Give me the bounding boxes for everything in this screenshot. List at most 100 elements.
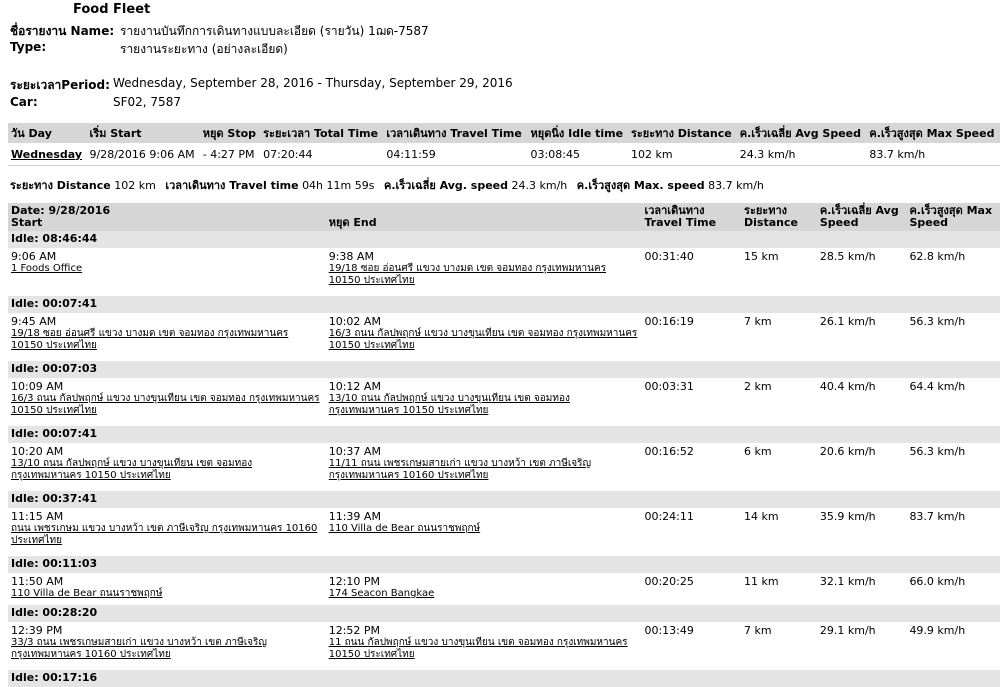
detail-body: Idle: 08:46:44 9:06 AM 1 Foods Office 9:38 … [8, 231, 1000, 687]
summary-header-idle-time: หยุดนิ่ง Idle time [527, 123, 628, 143]
summary-header-start: เริ่ม Start [86, 123, 200, 143]
report-car-value: SF02, 7587 [113, 95, 181, 109]
idle-duration: Idle: 00:07:41 [8, 426, 1000, 443]
idle-duration: Idle: 00:07:41 [8, 296, 1000, 313]
summary-header-total-time: ระยะเวลา Total Time [260, 123, 384, 143]
start-address-link[interactable]: 110 Villa de Bear ถนนราชพฤกษ์ [11, 588, 323, 600]
totals-distance: 102 km [114, 179, 156, 192]
detail-header-start: Date: 9/28/2016 Start [8, 203, 326, 231]
trip-end-cell: 10:12 AM 13/10 ถนน กัลปพฤกษ์ แขวง บางขุนเ… [326, 378, 642, 426]
trip-max-speed: 49.9 km/h [909, 624, 966, 637]
start-time: 9:06 AM [11, 250, 57, 263]
trip-distance: 14 km [744, 510, 779, 523]
totals-travel: 04h 11m 59s [302, 179, 375, 192]
summary-header-row: วัน Day เริ่ม Start หยุด Stop ระยะเวลา T… [8, 123, 1000, 143]
end-time: 9:38 AM [328, 250, 374, 263]
start-address-link[interactable]: 1 Foods Office [11, 263, 323, 275]
trip-avg-speed: 20.6 km/h [819, 445, 876, 458]
end-address-link[interactable]: 110 Villa de Bear ถนนราชพฤกษ์ [329, 523, 639, 535]
trip-avg-speed: 26.1 km/h [819, 315, 876, 328]
end-address-link[interactable]: 16/3 ถนน กัลปพฤกษ์ แขวง บางขุนเทียน เขต … [329, 328, 639, 352]
trip-avg-speed: 32.1 km/h [819, 575, 876, 588]
detail-header-end: หยุด End [325, 203, 642, 231]
start-time: 10:09 AM [11, 380, 64, 393]
summary-max-speed: 83.7 km/h [866, 143, 1000, 166]
idle-duration: Idle: 00:17:16 [8, 670, 1000, 687]
trip-start-cell: 10:20 AM 13/10 ถนน กัลปพฤกษ์ แขวง บางขุนเ… [8, 443, 326, 491]
report-type-label: Type: [10, 40, 47, 54]
idle-row: Idle: 08:46:44 [8, 231, 1000, 248]
start-address-link[interactable]: 19/18 ซอย อ่อนศรี แขวง บางมด เขต จอมทอง … [11, 328, 323, 352]
trip-max-speed: 56.3 km/h [909, 315, 966, 328]
start-time: 10:20 AM [11, 445, 64, 458]
end-address-link[interactable]: 174 Seacon Bangkae [329, 588, 639, 600]
trip-end-cell: 10:02 AM 16/3 ถนน กัลปพฤกษ์ แขวง บางขุนเท… [326, 313, 642, 361]
summary-header-avg-speed: ค.เร็วเฉลี่ย Avg Speed [736, 123, 867, 143]
trip-distance: 6 km [744, 445, 772, 458]
summary-day-link[interactable]: Wednesday [8, 143, 87, 166]
report-period-row: ระยะเวลาPeriod: Wednesday, September 28,… [10, 76, 513, 95]
trip-row: 11:15 AM ถนน เพชรเกษม แขวง บางหว้า เขต ภา… [8, 508, 1000, 556]
trip-travel-time: 00:16:52 [644, 445, 694, 458]
report-name-row: ชื่อรายงาน Name: รายงานบันทึกการเดินทางแ… [10, 22, 429, 41]
trip-end-cell: 10:37 AM 11/11 ถนน เพชรเกษมสายเก่า แขวง บ… [326, 443, 642, 491]
start-time: 11:50 AM [11, 575, 64, 588]
start-address-link[interactable]: 16/3 ถนน กัลปพฤกษ์ แขวง บางขุนเทียน เขต … [11, 393, 323, 417]
start-address-link[interactable]: 13/10 ถนน กัลปพฤกษ์ แขวง บางขุนเทียน เขต… [11, 458, 323, 482]
end-address-link[interactable]: 13/10 ถนน กัลปพฤกษ์ แขวง บางขุนเทียน เขต… [329, 393, 639, 417]
idle-row: Idle: 00:11:03 [8, 556, 1000, 573]
trip-row: 10:09 AM 16/3 ถนน กัลปพฤกษ์ แขวง บางขุนเท… [8, 378, 1000, 426]
summary-row: Wednesday 9/28/2016 9:06 AM - 4:27 PM 07… [8, 143, 1000, 166]
trip-avg-speed: 28.5 km/h [819, 250, 876, 263]
trip-row: 10:20 AM 13/10 ถนน กัลปพฤกษ์ แขวง บางขุนเ… [8, 443, 1000, 491]
summary-distance: 102 km [627, 143, 737, 166]
detail-header-row: Date: 9/28/2016 Start หยุด End เวลาเดินท… [8, 203, 1000, 231]
totals-distance-label: ระยะทาง Distance [10, 179, 111, 192]
summary-header-distance: ระยะทาง Distance [627, 123, 737, 143]
end-time: 10:02 AM [328, 315, 381, 328]
trip-distance: 2 km [744, 380, 772, 393]
start-time: 9:45 AM [11, 315, 57, 328]
end-time: 10:37 AM [328, 445, 381, 458]
start-address-link[interactable]: 33/3 ถนน เพชรเกษมสายเก่า แขวง บางหว้า เข… [11, 637, 323, 661]
trip-avg-speed: 35.9 km/h [819, 510, 876, 523]
trip-start-cell: 11:50 AM 110 Villa de Bear ถนนราชพฤกษ์ [8, 573, 326, 605]
summary-table: วัน Day เริ่ม Start หยุด Stop ระยะเวลา T… [8, 123, 1000, 166]
idle-row: Idle: 00:17:16 [8, 670, 1000, 687]
trip-row: 9:45 AM 19/18 ซอย อ่อนศรี แขวง บางมด เขต … [8, 313, 1000, 361]
detail-table: Date: 9/28/2016 Start หยุด End เวลาเดินท… [8, 203, 1000, 687]
trip-end-cell: 12:52 PM 11 ถนน กัลปพฤกษ์ แขวง บางขุนเทีย… [326, 622, 642, 670]
trip-start-cell: 11:15 AM ถนน เพชรเกษม แขวง บางหว้า เขต ภา… [8, 508, 326, 556]
trip-distance: 15 km [744, 250, 779, 263]
idle-duration: Idle: 08:46:44 [8, 231, 1000, 248]
idle-row: Idle: 00:07:03 [8, 361, 1000, 378]
trip-travel-time: 00:24:11 [644, 510, 694, 523]
end-time: 11:39 AM [328, 510, 381, 523]
idle-row: Idle: 00:37:41 [8, 491, 1000, 508]
summary-travel-time: 04:11:59 [383, 143, 528, 166]
summary-header-day: วัน Day [8, 123, 87, 143]
start-address-link[interactable]: ถนน เพชรเกษม แขวง บางหว้า เขต ภาษีเจริญ … [11, 523, 323, 547]
trip-start-cell: 10:09 AM 16/3 ถนน กัลปพฤกษ์ แขวง บางขุนเท… [8, 378, 326, 426]
totals-max-label: ค.เร็วสูงสุด Max. speed [576, 179, 705, 192]
report-period-value: Wednesday, September 28, 2016 - Thursday… [113, 76, 513, 90]
totals-line: ระยะทาง Distance 102 km เวลาเดินทาง Trav… [10, 176, 770, 194]
end-address-link[interactable]: 19/18 ซอย อ่อนศรี แขวง บางมด เขต จอมทอง … [329, 263, 639, 287]
trip-max-speed: 64.4 km/h [909, 380, 966, 393]
report-type-value: รายงานระยะทาง (อย่างละเอียด) [120, 42, 288, 56]
trip-start-cell: 12:39 PM 33/3 ถนน เพชรเกษมสายเก่า แขวง บา… [8, 622, 326, 670]
end-address-link[interactable]: 11/11 ถนน เพชรเกษมสายเก่า แขวง บางหว้า เ… [329, 458, 639, 482]
report-name-label: ชื่อรายงาน Name: [10, 24, 115, 38]
idle-duration: Idle: 00:28:20 [8, 605, 1000, 622]
totals-max: 83.7 km/h [708, 179, 764, 192]
idle-row: Idle: 00:28:20 [8, 605, 1000, 622]
end-time: 10:12 AM [328, 380, 381, 393]
trip-max-speed: 66.0 km/h [909, 575, 966, 588]
summary-idle-time: 03:08:45 [527, 143, 628, 166]
end-address-link[interactable]: 11 ถนน กัลปพฤกษ์ แขวง บางขุนเทียน เขต จอ… [329, 637, 639, 661]
summary-header-stop: หยุด Stop [199, 123, 261, 143]
trip-end-cell: 9:38 AM 19/18 ซอย อ่อนศรี แขวง บางมด เขต … [326, 248, 642, 296]
summary-header-max-speed: ค.เร็วสูงสุด Max Speed [866, 123, 1000, 143]
trip-row: 9:06 AM 1 Foods Office 9:38 AM 19/18 ซอย อ่… [8, 248, 1000, 296]
detail-header-max: ค.เร็วสูงสุด Max Speed [906, 203, 1000, 231]
